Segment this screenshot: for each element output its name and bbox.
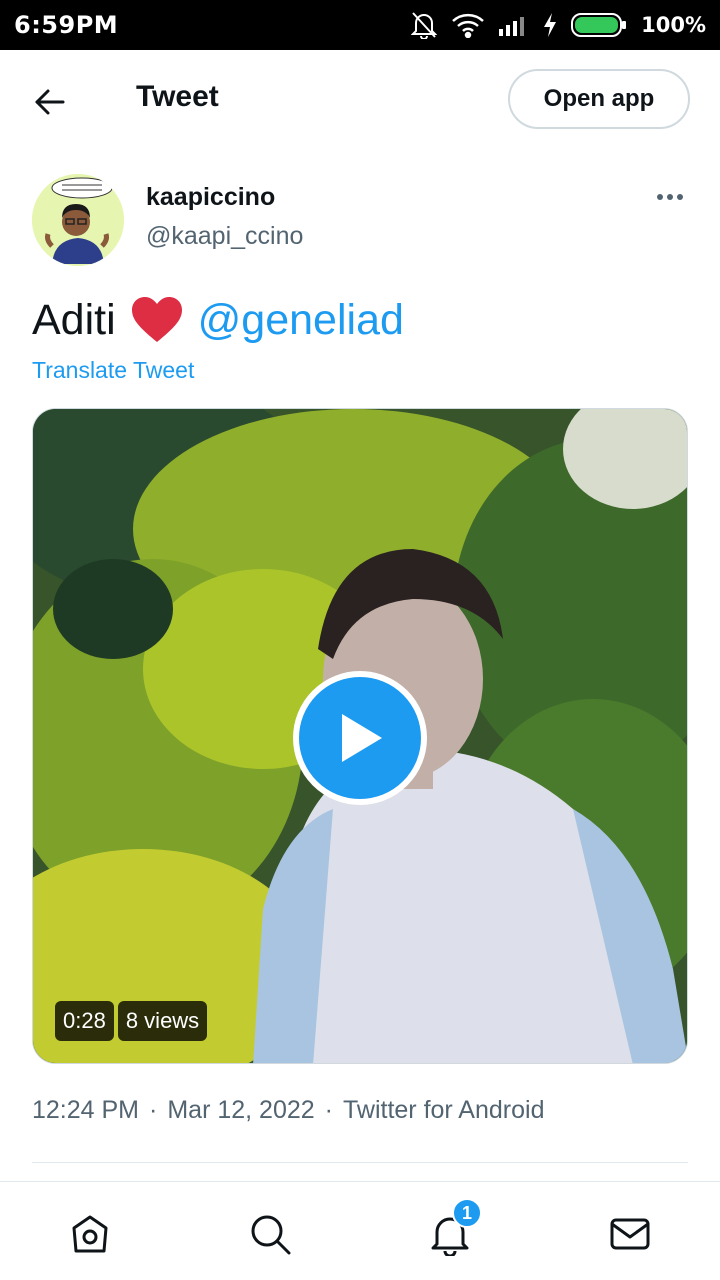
more-options-button[interactable]	[650, 182, 690, 212]
tweet-video[interactable]: 0:28 8 views	[32, 408, 688, 1064]
charging-icon	[543, 13, 557, 37]
battery-level: 100%	[641, 13, 706, 37]
tweet-date[interactable]: Mar 12, 2022	[167, 1096, 314, 1125]
avatar[interactable]	[32, 174, 124, 266]
arrow-left-icon	[35, 89, 65, 115]
home-icon	[72, 1215, 108, 1253]
heart-icon	[131, 297, 182, 342]
tweet-text: Aditi @geneliad	[32, 294, 404, 346]
play-button[interactable]	[293, 671, 427, 805]
author-display-name[interactable]: kaapiccino	[146, 183, 275, 212]
app-header: Tweet Open app	[0, 50, 720, 150]
status-icons: 100%	[411, 11, 706, 39]
open-app-button[interactable]: Open app	[508, 69, 690, 129]
tweet-text-body: Aditi	[32, 296, 116, 344]
more-icon-dot	[677, 194, 683, 200]
video-views: 8 views	[117, 1001, 208, 1041]
tweet-time[interactable]: 12:24 PM	[32, 1096, 139, 1125]
nav-search[interactable]	[246, 1210, 294, 1258]
author-handle[interactable]: @kaapi_ccino	[146, 222, 303, 251]
divider	[32, 1162, 688, 1163]
tweet-source[interactable]: Twitter for Android	[343, 1096, 544, 1125]
back-button[interactable]	[28, 80, 72, 124]
notification-count-badge: 1	[452, 1198, 482, 1228]
heart-emoji	[130, 296, 184, 344]
battery-icon	[571, 12, 627, 38]
nav-home[interactable]	[66, 1210, 114, 1258]
bottom-nav: 1	[0, 1181, 720, 1280]
mention-link[interactable]: @geneliad	[198, 294, 404, 346]
wifi-icon	[451, 12, 485, 38]
more-icon-dot	[667, 194, 673, 200]
status-time: 6:59PM	[14, 11, 119, 39]
meta-separator: ·	[324, 1096, 333, 1124]
more-icon-dot	[657, 194, 663, 200]
translate-tweet-link[interactable]: Translate Tweet	[32, 357, 194, 384]
search-icon	[251, 1215, 291, 1255]
status-bar: 6:59PM 100%	[0, 0, 720, 50]
tweet-meta: 12:24 PM · Mar 12, 2022 · Twitter for An…	[32, 1096, 544, 1125]
signal-icon	[499, 14, 529, 36]
video-duration: 0:28	[55, 1001, 114, 1041]
page-title: Tweet	[136, 80, 219, 113]
bell-off-icon	[411, 11, 438, 39]
play-icon	[342, 714, 382, 762]
video-badges: 0:28 8 views	[55, 1001, 208, 1041]
nav-messages[interactable]	[606, 1210, 654, 1258]
messages-icon	[610, 1218, 650, 1250]
meta-separator: ·	[149, 1096, 158, 1124]
